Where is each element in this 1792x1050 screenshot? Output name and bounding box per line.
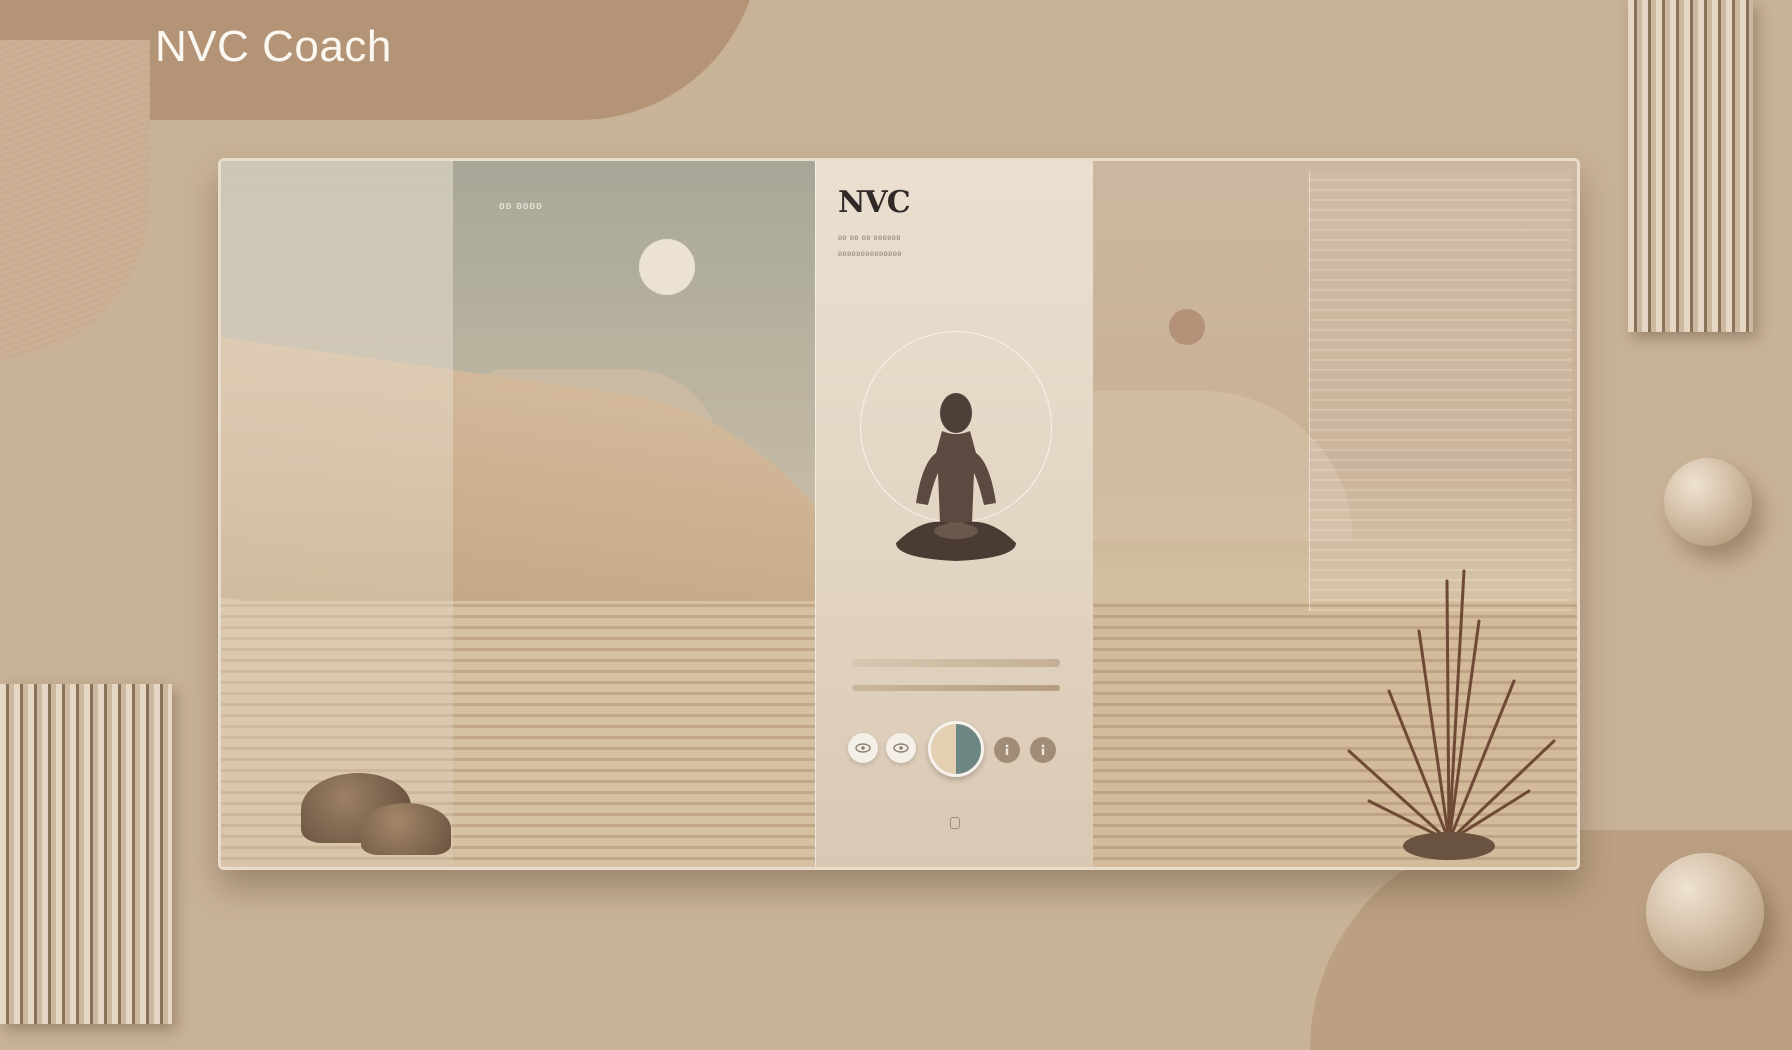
info-button[interactable] xyxy=(1030,737,1056,763)
eye-icon xyxy=(893,743,909,753)
page-indicator[interactable] xyxy=(950,817,960,829)
decorative-slats-top-right xyxy=(1628,0,1753,332)
frosted-glass-panel xyxy=(221,161,453,867)
coach-card: NVC ʚʚ ʚʚ ʚʚ ʚʚʚʚʚʚ ʚʚʚʚʚʚʚʚʚʚʚʚʚʚ xyxy=(815,161,1095,867)
rock-illustration xyxy=(361,803,451,855)
desert-scene-left: ʚʚ ʚʚʚʚ xyxy=(221,161,881,867)
card-subtitle-line: ʚʚ ʚʚ ʚʚ ʚʚʚʚʚʚ xyxy=(838,233,901,242)
decorative-sphere xyxy=(1646,853,1764,971)
info-button[interactable] xyxy=(994,737,1020,763)
moon-illustration xyxy=(1169,309,1205,345)
background-blob-left xyxy=(0,40,150,360)
progress-track xyxy=(852,685,1060,691)
desert-scene-right xyxy=(1093,161,1577,867)
mood-toggle-button[interactable] xyxy=(928,721,984,777)
meditating-figure-icon xyxy=(896,393,1016,561)
app-title: NVC Coach xyxy=(155,22,392,71)
decorative-sphere xyxy=(1664,458,1752,546)
nvc-logo: NVC xyxy=(838,185,911,220)
card-subtitle-line: ʚʚʚʚʚʚʚʚʚʚʚʚʚʚ xyxy=(838,249,902,258)
decorative-slats-bottom-left xyxy=(0,684,172,1024)
desert-plant-icon xyxy=(1347,569,1556,860)
progress-bar xyxy=(852,659,1060,667)
info-icon xyxy=(1005,744,1009,755)
eye-icon-button[interactable] xyxy=(848,733,878,763)
eye-icon xyxy=(855,743,871,753)
main-panel: ʚʚ ʚʚʚʚ NVC ʚʚ ʚʚ ʚʚ ʚʚʚʚʚʚ ʚʚʚʚʚʚʚʚʚʚʚʚ… xyxy=(218,158,1580,870)
scene-label: ʚʚ ʚʚʚʚ xyxy=(499,200,543,212)
eye-icon-button[interactable] xyxy=(886,733,916,763)
info-icon xyxy=(1041,744,1045,755)
sun-illustration xyxy=(639,239,695,295)
